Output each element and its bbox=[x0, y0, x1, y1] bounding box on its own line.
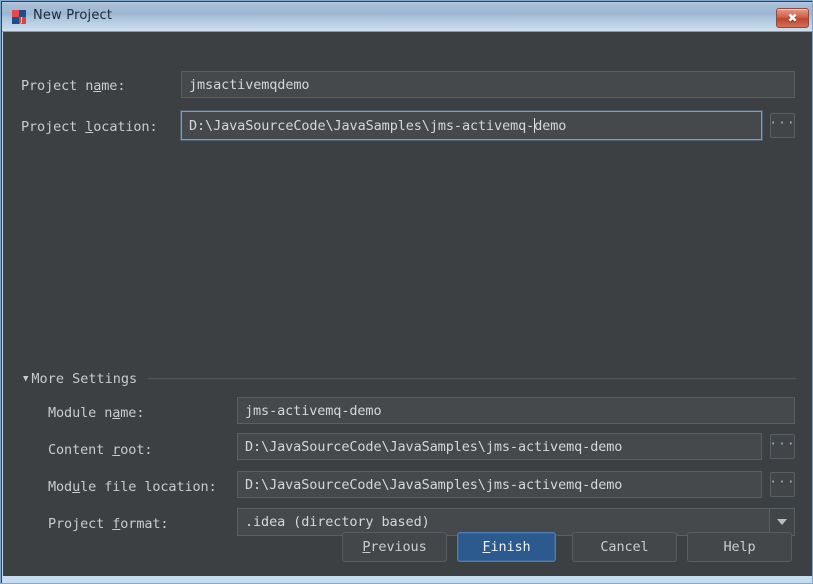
module-file-location-label-pre: Mod bbox=[48, 479, 73, 495]
more-settings-label-mnemonic: e bbox=[55, 371, 64, 387]
cancel-button-label: Cancel bbox=[600, 539, 649, 555]
project-location-value-after-caret: demo bbox=[534, 117, 567, 134]
project-name-input[interactable]: jmsactivemqdemo bbox=[181, 71, 795, 98]
close-glyph: ✖ bbox=[787, 11, 798, 25]
module-file-location-label-post: le file location: bbox=[80, 479, 217, 495]
window-title: New Project bbox=[33, 8, 113, 23]
project-location-label: Project location: bbox=[21, 119, 158, 135]
previous-button-mnemonic: P bbox=[362, 539, 371, 555]
module-file-location-value: D:\JavaSourceCode\JavaSamples\jms-active… bbox=[245, 476, 623, 493]
more-settings-label-pre: Mor bbox=[31, 371, 56, 387]
new-project-dialog: J New Project ✖ Project name: jmsactivem… bbox=[0, 0, 813, 584]
project-name-label-pre: Project n bbox=[21, 78, 94, 94]
dialog-button-bar: Previous Finish Cancel Help bbox=[3, 528, 812, 576]
svg-text:J: J bbox=[20, 16, 23, 24]
module-file-location-browse-button[interactable]: ··· bbox=[769, 472, 796, 497]
previous-button-label-post: revious bbox=[370, 539, 427, 555]
project-location-label-pre: Project bbox=[21, 119, 86, 135]
title-bar: J New Project ✖ bbox=[2, 2, 812, 32]
ellipsis-icon: ··· bbox=[769, 115, 796, 131]
dialog-content: Project name: jmsactivemqdemo Project lo… bbox=[3, 33, 812, 552]
previous-button[interactable]: Previous bbox=[342, 532, 447, 562]
finish-button-label-post: inish bbox=[490, 539, 531, 555]
module-name-label-pre: Module n bbox=[48, 405, 113, 421]
more-settings-toggle[interactable]: ▼ More Settings bbox=[23, 371, 137, 387]
cancel-button[interactable]: Cancel bbox=[572, 532, 677, 562]
module-file-location-label: Module file location: bbox=[48, 479, 217, 495]
project-location-label-post: ocation: bbox=[93, 119, 158, 135]
content-root-label-post: oot: bbox=[120, 442, 153, 458]
project-location-input[interactable]: D:\JavaSourceCode\JavaSamples\jms-active… bbox=[181, 111, 762, 140]
content-root-label-pre: Content bbox=[48, 442, 113, 458]
more-settings-label-post: Settings bbox=[63, 371, 138, 387]
content-root-value: D:\JavaSourceCode\JavaSamples\jms-active… bbox=[245, 438, 623, 455]
chevron-down-icon bbox=[777, 519, 787, 525]
chevron-down-icon: ▼ bbox=[23, 373, 29, 384]
ellipsis-icon: ··· bbox=[769, 436, 796, 452]
content-root-input[interactable]: D:\JavaSourceCode\JavaSamples\jms-active… bbox=[237, 433, 762, 460]
intellij-idea-icon: J bbox=[12, 10, 26, 24]
finish-button[interactable]: Finish bbox=[457, 532, 556, 562]
ellipsis-icon: ··· bbox=[769, 474, 796, 490]
project-name-label: Project name: bbox=[21, 78, 125, 94]
more-settings-label: More Settings bbox=[31, 371, 137, 387]
project-location-value-before-caret: D:\JavaSourceCode\JavaSamples\jms-active… bbox=[189, 117, 535, 134]
module-name-label-post: me: bbox=[120, 405, 145, 421]
content-root-label: Content root: bbox=[48, 442, 152, 458]
content-root-browse-button[interactable]: ··· bbox=[769, 434, 796, 459]
help-button[interactable]: Help bbox=[687, 532, 792, 562]
more-settings-separator bbox=[148, 378, 796, 380]
module-name-value: jms-activemq-demo bbox=[245, 402, 382, 419]
help-button-label: Help bbox=[723, 539, 756, 555]
module-name-label: Module name: bbox=[48, 405, 144, 421]
finish-button-mnemonic: F bbox=[482, 539, 491, 555]
module-file-location-label-mnemonic: u bbox=[72, 479, 81, 495]
project-location-browse-button[interactable]: ··· bbox=[769, 113, 796, 138]
window-bottom-border bbox=[2, 576, 812, 583]
project-name-label-post: me: bbox=[101, 78, 126, 94]
module-file-location-input[interactable]: D:\JavaSourceCode\JavaSamples\jms-active… bbox=[237, 471, 762, 498]
close-icon[interactable]: ✖ bbox=[776, 8, 809, 28]
project-name-value: jmsactivemqdemo bbox=[189, 76, 310, 93]
module-name-input[interactable]: jms-activemq-demo bbox=[237, 397, 795, 424]
